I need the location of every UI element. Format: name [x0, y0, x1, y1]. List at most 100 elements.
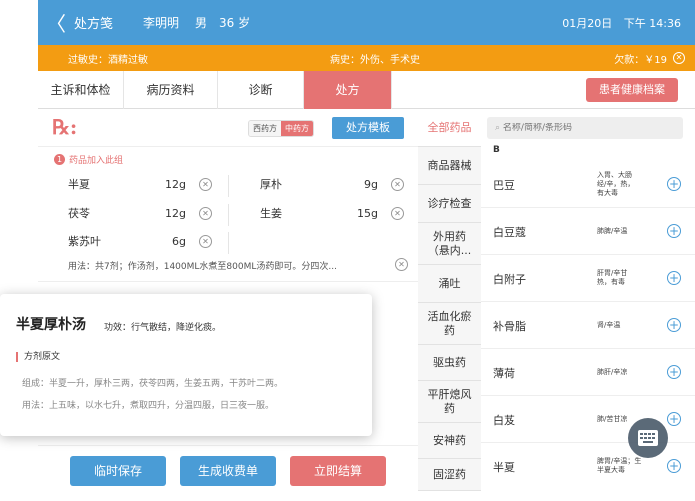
title-bar: 〈 处方笺 李明明 男 36 岁 01月20日 下午 14:36: [38, 0, 695, 45]
divider: [228, 175, 229, 197]
herb-dose: 6g: [172, 235, 186, 248]
category-item[interactable]: 全部药品: [418, 109, 481, 147]
patient-age: 36 岁: [219, 16, 251, 30]
keyboard-button[interactable]: [628, 418, 668, 458]
add-drug-icon[interactable]: +: [667, 459, 681, 473]
group-label-text: 药品加入此组: [69, 156, 124, 166]
herb-row: 茯苓 12g ✕: [68, 202, 218, 226]
drug-desc: 入胃、大肠 经/辛，热， 有大毒: [597, 171, 635, 197]
drug-name: 巴豆: [493, 179, 515, 192]
formula-detail-card: 半夏厚朴汤 功效：行气散结，降逆化痰。 方剂原文 组成：半夏一升，厚朴三两，茯苓…: [0, 294, 372, 436]
history-text: 病史：外伤、手术史: [330, 54, 420, 66]
add-drug-icon[interactable]: +: [667, 271, 681, 285]
herb-row: 生姜 15g ✕: [260, 202, 410, 226]
formula-composition: 组成：半夏一升，厚朴三两，茯苓四两，生姜五两，干苏叶二两。: [22, 379, 284, 389]
page-title: 处方笺: [74, 17, 114, 32]
chinese-rx-option[interactable]: 中药方: [281, 121, 313, 136]
time-text: 下午 14:36: [623, 16, 681, 30]
herb-row: 厚朴 9g ✕: [260, 173, 410, 197]
category-item[interactable]: 驱虫药: [418, 345, 481, 381]
arrears-text: 欠款：￥19: [614, 54, 667, 66]
herb-dose: 12g: [165, 207, 186, 220]
back-icon[interactable]: 〈: [38, 8, 74, 37]
formula-method: 用法：上五味，以水七升，煮取四升，分温四服，日三夜一服。: [22, 401, 275, 411]
patient-name: 李明明: [143, 16, 180, 30]
category-item[interactable]: 外用药 （悬内...: [418, 223, 481, 265]
formula-effect: 功效：行气散结，降逆化痰。: [104, 323, 222, 333]
drug-desc: 脾胃/辛温；生 半夏大毒: [597, 457, 642, 474]
search-icon: ⌕: [495, 123, 501, 133]
drug-name: 白芨: [493, 414, 515, 427]
arrears: 欠款：￥19 ✕: [614, 51, 685, 66]
remove-herb-icon[interactable]: ✕: [199, 207, 212, 220]
temp-save-button[interactable]: 临时保存: [70, 456, 166, 486]
list-item[interactable]: 补骨脂 肾/辛温 +: [481, 302, 695, 349]
drug-name: 白附子: [493, 273, 526, 286]
remove-herb-icon[interactable]: ✕: [391, 207, 404, 220]
add-drug-icon[interactable]: +: [667, 365, 681, 379]
list-item[interactable]: 巴豆 入胃、大肠 经/辛，热， 有大毒 +: [481, 161, 695, 208]
generate-bill-button[interactable]: 生成收费单: [180, 456, 276, 486]
tab-bar: 主诉和体检 病历资料 诊断 处方 患者健康档案: [38, 71, 695, 109]
list-item[interactable]: 薄荷 肺肝/辛凉 +: [481, 349, 695, 396]
western-rx-option[interactable]: 西药方: [249, 121, 281, 136]
drug-desc: 肝胃/辛甘 热，有毒: [597, 269, 628, 286]
prescription-type-toggle[interactable]: 西药方 中药方: [248, 120, 314, 137]
herb-row: 半夏 12g ✕: [68, 173, 218, 197]
tab-records[interactable]: 病历资料: [124, 71, 218, 109]
usage-text: 用法：共7剂；作汤剂，1400ML水煮至800ML汤药即可。分四次...: [68, 262, 337, 272]
divider: [38, 281, 418, 282]
patient-alert-bar: 过敏史：酒精过敏 病史：外伤、手术史 欠款：￥19 ✕: [38, 45, 695, 71]
tab-diagnosis[interactable]: 诊断: [218, 71, 304, 109]
herb-dose: 15g: [357, 207, 378, 220]
rx-template-button[interactable]: 处方模板: [332, 117, 404, 139]
list-item[interactable]: 白附子 肝胃/辛甘 热，有毒 +: [481, 255, 695, 302]
drug-name: 白豆蔻: [493, 226, 526, 239]
remove-usage-icon[interactable]: ✕: [395, 258, 408, 271]
herb-row: 紫苏叶 6g ✕: [68, 230, 218, 254]
category-item[interactable]: 涌吐: [418, 265, 481, 303]
formula-section-title: 方剂原文: [16, 352, 60, 362]
herb-dose: 12g: [165, 178, 186, 191]
category-item[interactable]: 平肝熄风 药: [418, 381, 481, 423]
group-label[interactable]: 1 药品加入此组: [54, 153, 123, 166]
remove-herb-icon[interactable]: ✕: [391, 178, 404, 191]
drug-desc: 肾/辛温: [597, 321, 621, 329]
tab-prescription[interactable]: 处方: [304, 71, 392, 109]
tab-complaint[interactable]: 主诉和体检: [38, 71, 124, 109]
herb-name: 紫苏叶: [68, 235, 101, 248]
add-drug-icon[interactable]: +: [667, 177, 681, 191]
add-drug-icon[interactable]: +: [667, 412, 681, 426]
drug-desc: 肺肝/辛凉: [597, 368, 628, 376]
add-drug-icon[interactable]: +: [667, 318, 681, 332]
drug-name: 半夏: [493, 461, 515, 474]
checkout-button[interactable]: 立即结算: [290, 456, 386, 486]
category-item[interactable]: 商品器械: [418, 147, 481, 185]
close-icon[interactable]: ✕: [673, 52, 685, 64]
drug-desc: 肺脾/辛温: [597, 227, 628, 235]
remove-herb-icon[interactable]: ✕: [199, 235, 212, 248]
divider: [228, 232, 229, 254]
drug-name: 补骨脂: [493, 320, 526, 333]
list-item[interactable]: 白豆蔻 肺脾/辛温 +: [481, 208, 695, 255]
datetime: 01月20日 下午 14:36: [554, 15, 681, 31]
herb-name: 茯苓: [68, 207, 90, 220]
usage-row[interactable]: 用法：共7剂；作汤剂，1400ML水煮至800ML汤药即可。分四次... ✕: [68, 258, 408, 272]
health-archive-button[interactable]: 患者健康档案: [586, 78, 678, 102]
category-item[interactable]: 安神药: [418, 423, 481, 459]
category-item[interactable]: 活血化瘀 药: [418, 303, 481, 345]
add-drug-icon[interactable]: +: [667, 224, 681, 238]
search-box[interactable]: ⌕: [487, 117, 683, 139]
herb-name: 厚朴: [260, 178, 282, 191]
drug-name: 薄荷: [493, 367, 515, 380]
rx-toolbar: ℞: 西药方 中药方 处方模板: [38, 109, 418, 147]
remove-herb-icon[interactable]: ✕: [199, 178, 212, 191]
rx-icon: ℞:: [52, 115, 78, 139]
search-input[interactable]: [502, 123, 673, 133]
index-letter: B: [493, 145, 500, 155]
date-text: 01月20日: [562, 16, 613, 30]
keyboard-icon: [638, 430, 658, 446]
formula-title: 半夏厚朴汤: [14, 314, 88, 334]
category-item[interactable]: 固涩药: [418, 459, 481, 491]
category-item[interactable]: 诊疗检查: [418, 185, 481, 223]
